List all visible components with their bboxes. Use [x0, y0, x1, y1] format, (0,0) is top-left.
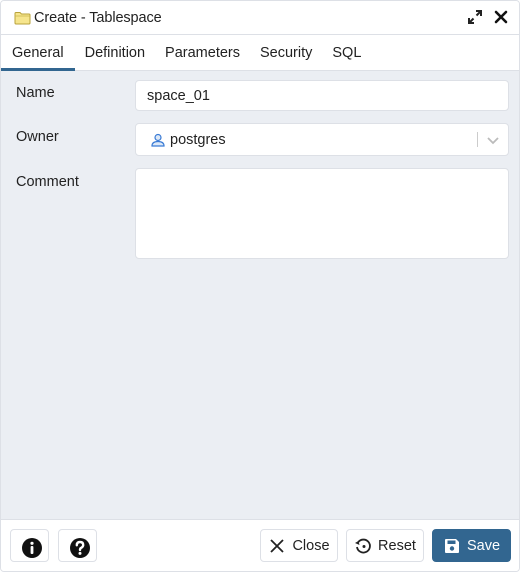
help-button[interactable]: [58, 529, 97, 562]
comment-field[interactable]: [135, 168, 509, 259]
create-tablespace-dialog: Create - Tablespace General Definition P…: [0, 0, 520, 572]
name-input[interactable]: [136, 81, 508, 110]
tab-label: Parameters: [165, 44, 240, 61]
chevron-down-icon[interactable]: [486, 133, 500, 147]
select-separator: [477, 132, 478, 147]
tab-sql[interactable]: SQL: [322, 35, 371, 70]
tab-label: SQL: [332, 44, 362, 61]
tab-definition[interactable]: Definition: [75, 35, 155, 70]
comment-label: Comment: [16, 174, 79, 190]
save-icon: [443, 537, 461, 555]
dialog-titlebar[interactable]: Create - Tablespace: [1, 1, 519, 35]
info-icon: [21, 537, 42, 558]
close-x-icon: [268, 537, 286, 555]
close-button-label: Close: [292, 537, 330, 554]
save-button-label: Save: [466, 537, 501, 554]
owner-value: postgres: [170, 131, 226, 148]
tab-security[interactable]: Security: [250, 35, 322, 70]
save-button[interactable]: Save: [432, 529, 511, 562]
owner-label: Owner: [16, 129, 59, 145]
help-icon: [69, 537, 90, 558]
reset-icon: [354, 537, 372, 555]
close-icon[interactable]: [493, 9, 509, 25]
tab-parameters[interactable]: Parameters: [155, 35, 250, 70]
close-button[interactable]: Close: [260, 529, 338, 562]
user-icon: [150, 132, 166, 148]
name-field[interactable]: [135, 80, 509, 111]
tab-label: General: [12, 44, 64, 61]
name-label: Name: [16, 85, 55, 101]
reset-button[interactable]: Reset: [346, 529, 424, 562]
general-panel: Name Owner postgres Comme: [1, 71, 519, 519]
folder-icon: [14, 11, 31, 25]
comment-textarea[interactable]: [136, 169, 508, 258]
reset-button-label: Reset: [378, 537, 416, 554]
tab-bar: General Definition Parameters Security S…: [1, 35, 519, 71]
expand-icon[interactable]: [467, 9, 483, 25]
tab-general[interactable]: General: [1, 35, 75, 71]
dialog-footer: Close Reset Save: [1, 519, 519, 571]
owner-select[interactable]: postgres: [135, 123, 509, 156]
tab-label: Security: [260, 44, 313, 61]
info-button[interactable]: [10, 529, 49, 562]
dialog-title: Create - Tablespace: [34, 9, 162, 26]
tab-label: Definition: [84, 44, 146, 61]
